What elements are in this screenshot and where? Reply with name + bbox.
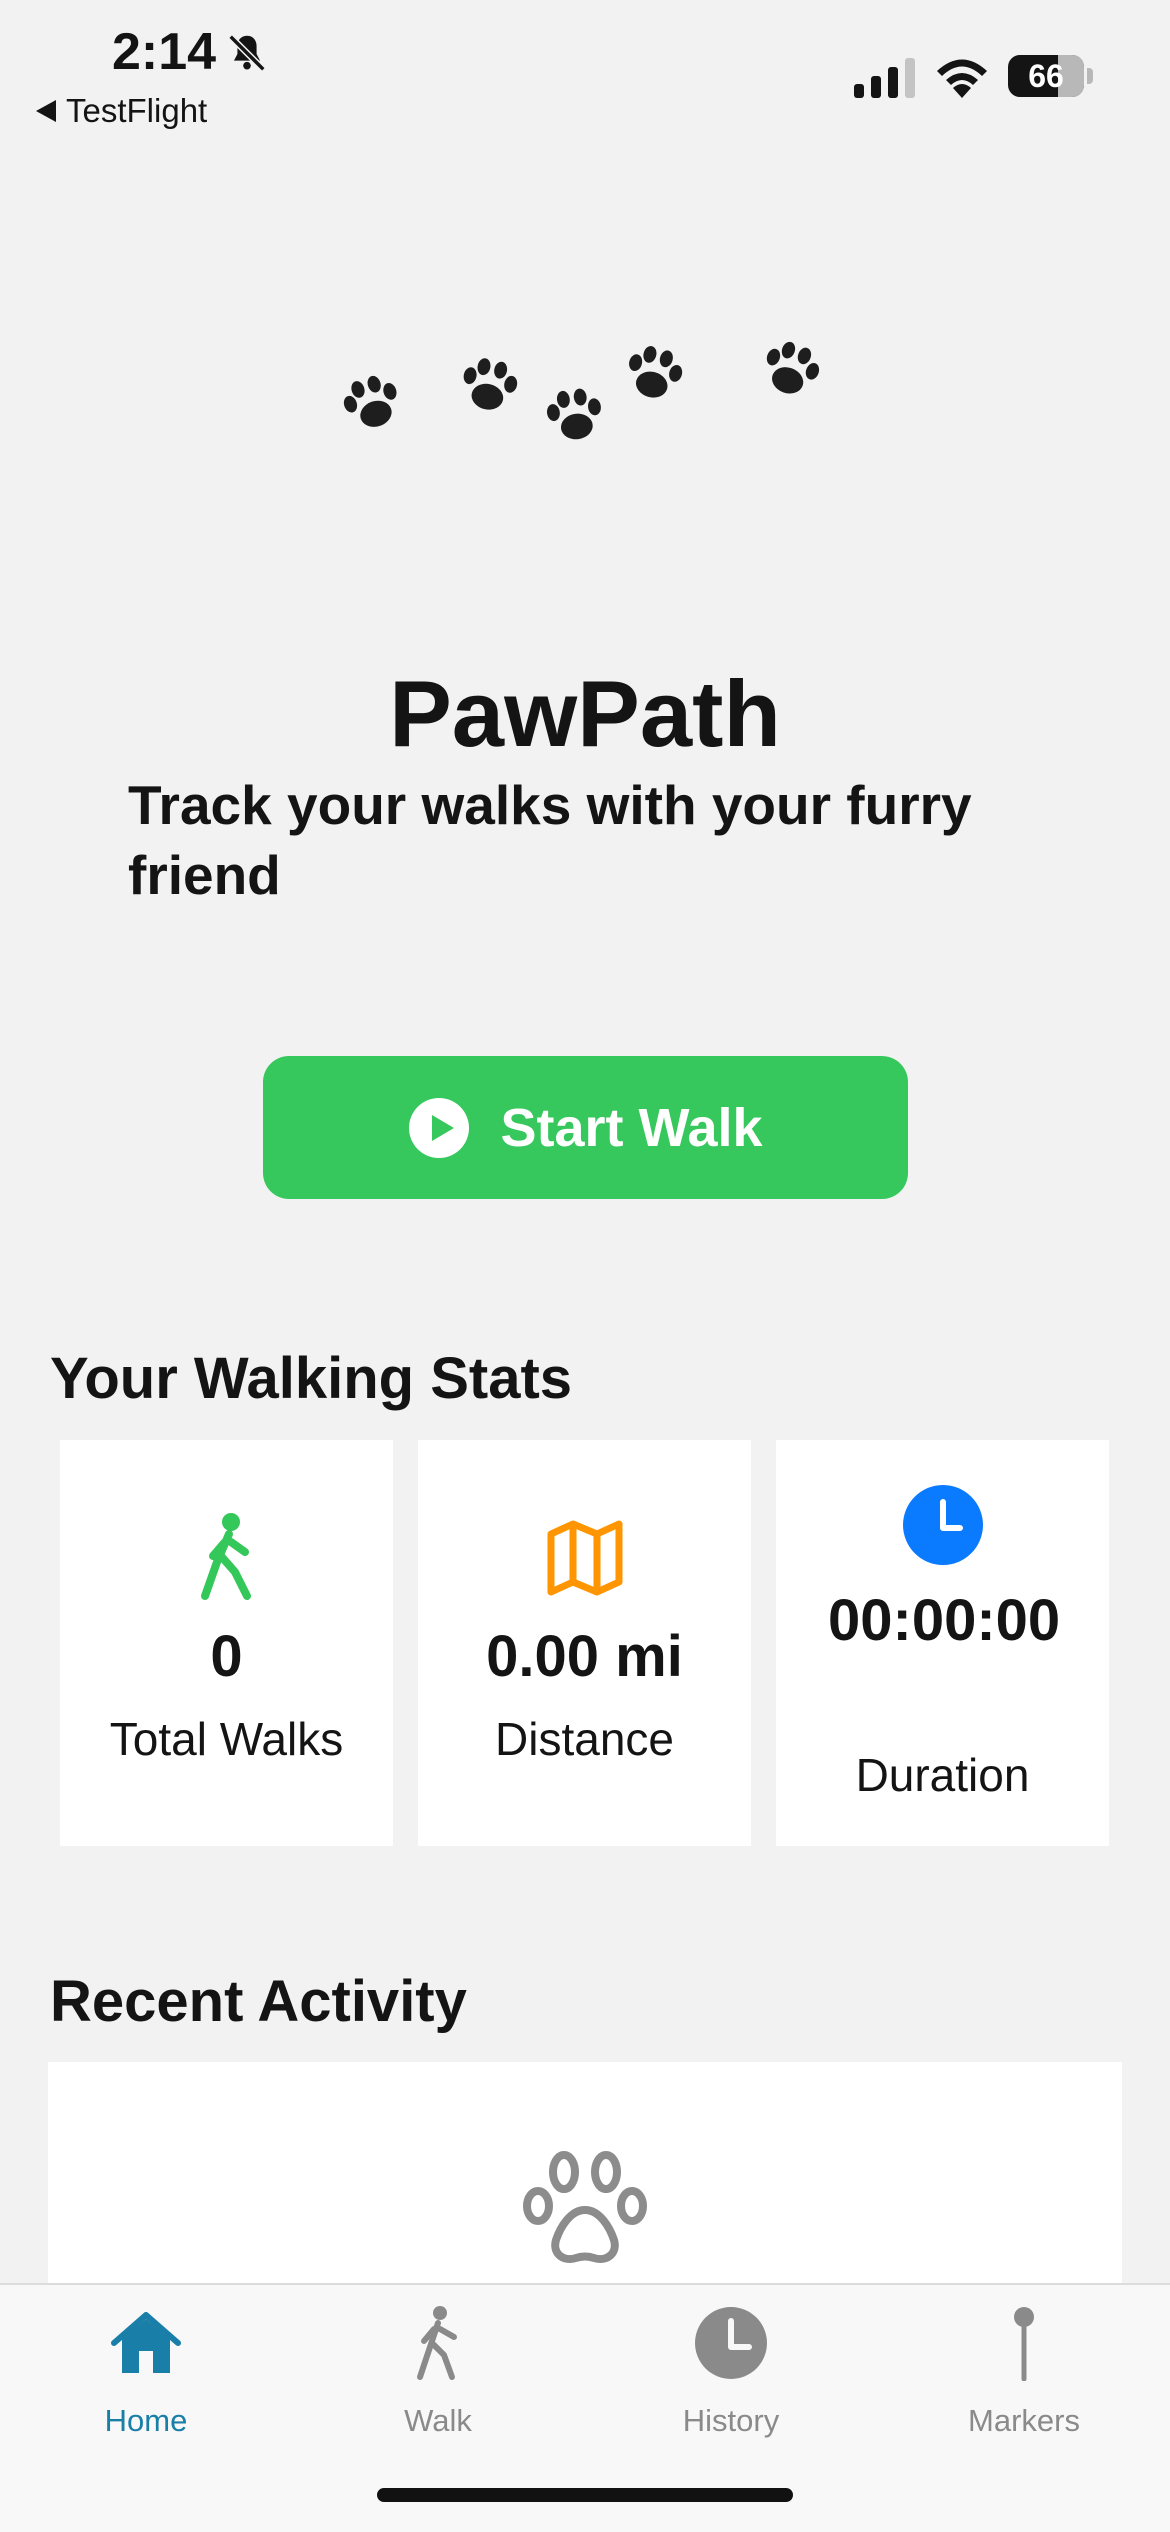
stat-card-total-walks: 0 Total Walks: [60, 1440, 393, 1846]
stat-label: Distance: [495, 1713, 674, 1765]
history-clock-icon: [695, 2307, 767, 2379]
start-walk-label: Start Walk: [500, 1097, 763, 1158]
tab-label: Walk: [404, 2403, 472, 2438]
tab-label: Markers: [968, 2403, 1080, 2438]
stat-label: Total Walks: [109, 1713, 344, 1765]
wifi-icon: [937, 59, 987, 98]
back-app-label: TestFlight: [66, 92, 208, 129]
battery-level: 66: [1028, 58, 1064, 94]
tab-label: History: [682, 2403, 780, 2438]
battery-indicator: 66: [1008, 55, 1084, 97]
paw-print-icon: [546, 388, 601, 440]
tab-history[interactable]: History: [585, 2305, 877, 2445]
home-indicator: [377, 2488, 793, 2502]
paw-print-icon: [343, 375, 397, 427]
stat-card-distance: 0.00 mi Distance: [418, 1440, 751, 1846]
tab-home[interactable]: Home: [0, 2305, 292, 2445]
paw-outline-icon: [523, 2151, 647, 2263]
back-arrow-icon: [36, 100, 56, 122]
back-to-app-link[interactable]: TestFlight: [36, 92, 207, 130]
map-icon: [547, 1520, 622, 1596]
app-title: PawPath: [389, 661, 781, 766]
walking-person-icon: [200, 1513, 251, 1600]
screen: 2:14 TestFlight 66 PawPath Track your wa…: [0, 0, 1170, 2532]
paw-print-icon: [463, 358, 518, 410]
stat-card-duration: 00:00:00 Duration: [776, 1440, 1109, 1846]
stat-value: 00:00:00: [828, 1588, 1061, 1653]
tab-walk[interactable]: Walk: [292, 2305, 584, 2445]
cellular-signal-icon: [854, 58, 915, 98]
pin-icon: [1014, 2307, 1034, 2381]
paw-print-icon: [766, 341, 820, 394]
app-subtitle: Track your walks with your furry friend: [128, 774, 972, 906]
stats-title: Your Walking Stats: [50, 1346, 573, 1411]
walk-icon: [417, 2306, 457, 2380]
tab-markers[interactable]: Markers: [878, 2305, 1170, 2445]
home-icon: [111, 2312, 181, 2373]
stat-value: 0.00 mi: [486, 1624, 683, 1689]
tab-label: Home: [104, 2403, 188, 2438]
clock-icon: [902, 1485, 983, 1565]
paw-print-icon: [629, 346, 683, 398]
stat-value: 0: [210, 1624, 243, 1689]
bell-slash-icon: [227, 33, 267, 73]
status-time: 2:14: [112, 23, 217, 81]
play-circle-icon: [409, 1097, 470, 1158]
recent-activity-title: Recent Activity: [50, 1969, 467, 2034]
start-walk-button[interactable]: Start Walk: [263, 1056, 908, 1199]
stat-label: Duration: [855, 1749, 1030, 1801]
